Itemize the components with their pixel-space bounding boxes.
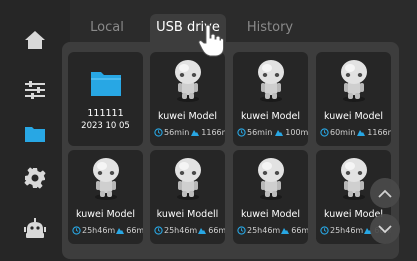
chevron-down-icon (378, 224, 392, 233)
clock-icon (154, 128, 163, 137)
model-thumbnail-icon (258, 158, 284, 200)
print-time: 25h46m (247, 226, 281, 235)
file-name: kuwei Model (240, 209, 301, 220)
model-thumbnail-icon (341, 60, 367, 102)
gear-icon (24, 167, 46, 189)
clock-icon (320, 128, 329, 137)
tab-local[interactable]: Local (75, 14, 139, 42)
folder-name: 111111 (87, 108, 124, 119)
file-card[interactable]: kuwei Model 56min 1166m (150, 52, 225, 146)
filament-icon (190, 129, 200, 137)
filament-length: 66m (291, 226, 308, 235)
sidebar (0, 0, 70, 261)
sidebar-item-settings-sliders[interactable] (13, 72, 57, 108)
file-name: kuwei Model (157, 111, 218, 122)
folder-icon (25, 127, 45, 142)
print-time: 60min (330, 128, 356, 137)
home-icon (25, 31, 45, 49)
file-meta: 56min 1166m (154, 128, 225, 137)
sliders-icon (25, 81, 45, 99)
filament-icon (356, 129, 366, 137)
file-card[interactable]: kuwei Model 25h46m 66m (233, 150, 308, 244)
filament-length: 1166m (201, 128, 225, 137)
file-meta: 25h46m 66m (72, 226, 143, 235)
file-card[interactable]: kuwei Modell 25h46m 66m (150, 150, 225, 244)
filament-length: 66m (126, 226, 143, 235)
model-thumbnail-icon (175, 158, 201, 200)
hand-cursor-icon (198, 24, 224, 57)
clock-icon (237, 128, 246, 137)
file-card[interactable]: kuwei Model 56min 100m (233, 52, 308, 146)
model-thumbnail-icon (341, 158, 367, 200)
file-name: kuwei Model (75, 209, 136, 220)
print-time: 25h46m (164, 226, 198, 235)
clock-icon (72, 226, 81, 235)
model-thumbnail-icon (258, 60, 284, 102)
clock-icon (154, 226, 163, 235)
tab-bar: Local USB drive History (70, 14, 417, 42)
robot-icon (24, 218, 46, 238)
scroll-down-button[interactable] (370, 214, 400, 244)
filament-icon (280, 227, 290, 235)
sidebar-item-files[interactable] (13, 116, 57, 152)
tab-history[interactable]: History (236, 14, 304, 42)
file-name: kuwei Model (240, 111, 301, 122)
file-meta: 56min 100m (237, 128, 308, 137)
file-name: kuwei Model (323, 111, 384, 122)
folder-card[interactable]: 111111 2023 10 05 (68, 52, 143, 146)
print-time: 25h46m (330, 226, 364, 235)
file-browser-screen: Local USB drive History 111111 2023 10 0… (0, 0, 417, 261)
print-time: 56min (164, 128, 190, 137)
filament-length: 66m (208, 226, 225, 235)
file-meta: 25h46m 66m (237, 226, 308, 235)
model-thumbnail-icon (175, 60, 201, 102)
filament-icon (274, 129, 284, 137)
file-grid-panel: 111111 2023 10 05 kuwei Model 56min 1166… (62, 42, 399, 259)
filament-length: 1166m (367, 128, 391, 137)
scroll-up-button[interactable] (370, 178, 400, 208)
print-time: 56min (247, 128, 273, 137)
clock-icon (237, 226, 246, 235)
chevron-up-icon (378, 189, 392, 198)
print-time: 25h46m (82, 226, 116, 235)
file-meta: 25h46m 66m (154, 226, 225, 235)
file-card[interactable]: kuwei Model 25h46m 66m (68, 150, 143, 244)
file-meta: 60min 1166m (320, 128, 391, 137)
model-thumbnail-icon (93, 158, 119, 200)
file-name: kuwei Modell (156, 209, 219, 220)
folder-icon (91, 72, 121, 96)
folder-date: 2023 10 05 (81, 121, 130, 131)
filament-icon (115, 227, 125, 235)
file-card[interactable]: kuwei Model 60min 1166m (316, 52, 391, 146)
sidebar-item-system-settings[interactable] (13, 160, 57, 196)
filament-icon (197, 227, 207, 235)
filament-length: 100m (285, 128, 308, 137)
sidebar-item-home[interactable] (13, 22, 57, 58)
clock-icon (320, 226, 329, 235)
sidebar-item-robot[interactable] (13, 210, 57, 246)
